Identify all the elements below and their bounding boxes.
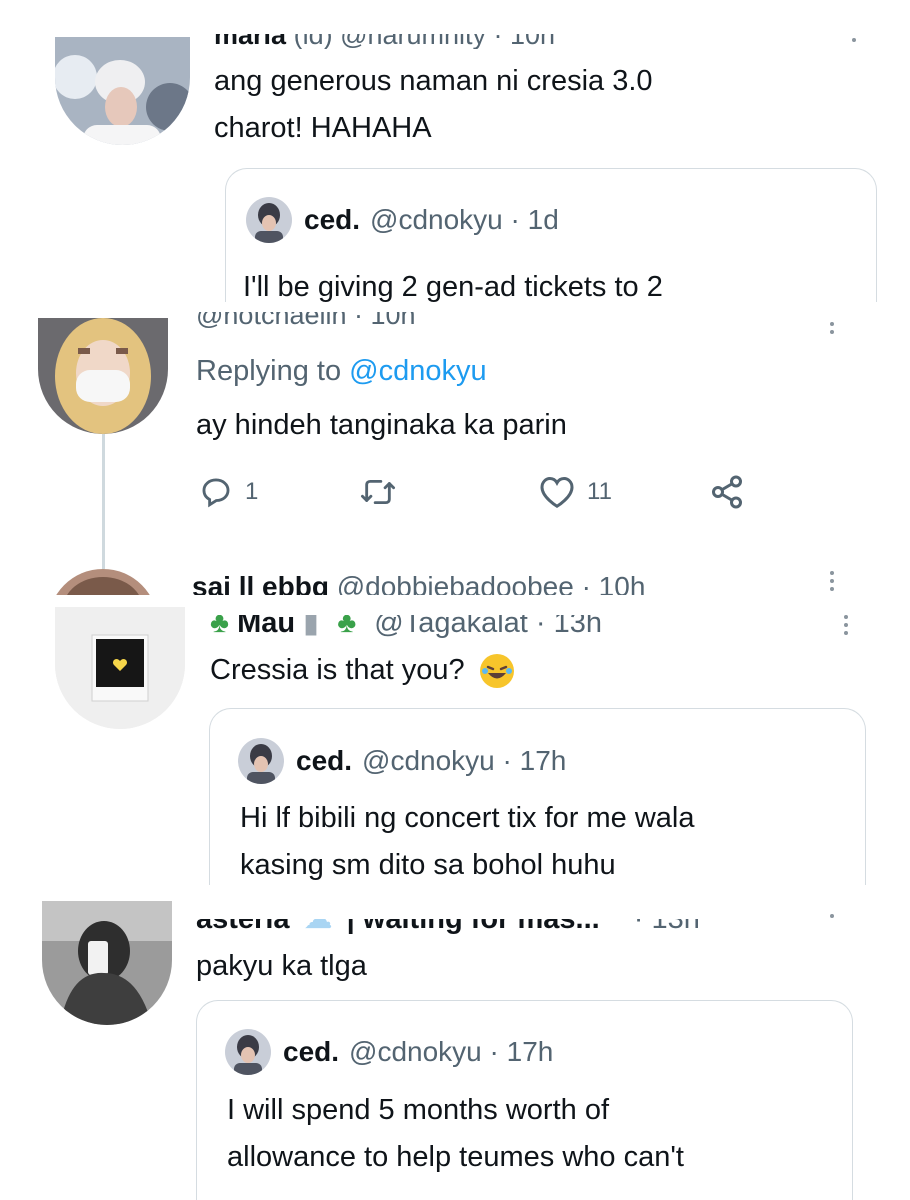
text-line: allowance to help teumes who can't	[227, 1141, 684, 1173]
text-line: Hi lf bibili ng concert tix for me wala	[240, 802, 695, 834]
handle-time: (id) @harumnity · 10h	[293, 20, 556, 50]
reply-icon	[202, 478, 230, 508]
quoted-header: ced. @cdnokyu · 1d	[246, 197, 559, 243]
laughing-emoji	[479, 653, 515, 689]
clover-emoji: ♣	[337, 607, 357, 639]
reply-button[interactable]: 1	[199, 475, 359, 509]
display-name[interactable]: sai ll ebbg	[192, 571, 329, 596]
more-icon[interactable]	[830, 571, 836, 595]
quoted-tweet[interactable]: ced. @cdnokyu · 17h I will spend 5 month…	[196, 1000, 853, 1200]
replying-prefix: Replying to	[196, 355, 342, 387]
replying-to: Replying to @cdnokyu	[196, 348, 487, 395]
avatar[interactable]	[55, 607, 185, 729]
tweet-strip-3: sai ll ebbg @dobbiebadoobee · 10h	[0, 569, 910, 595]
like-icon	[540, 476, 574, 508]
quoted-handle: @cdnokyu · 17h	[362, 745, 567, 776]
quoted-avatar	[246, 197, 292, 243]
text-line: ang generous naman ni cresia 3.0	[214, 65, 653, 97]
text-line: kasing sm dito sa bohol huhu	[240, 849, 616, 881]
tweet-strip-5: asteria ☁ | waiting for mas... · 13h pak…	[0, 885, 910, 1200]
display-name-suffix: | waiting for mas...	[346, 903, 600, 935]
handle-time: @Tagakalat · 13h	[374, 607, 603, 639]
avatar[interactable]	[38, 318, 168, 434]
more-icon[interactable]	[844, 615, 850, 639]
more-icon[interactable]	[852, 38, 858, 46]
more-icon[interactable]	[830, 322, 836, 338]
replying-handle-link[interactable]: @cdnokyu	[349, 355, 486, 387]
tweet-text: ang generous naman ni cresia 3.0 charot!…	[214, 58, 653, 152]
quoted-avatar	[238, 738, 284, 784]
quoted-tweet[interactable]: ced. @cdnokyu · 1d I'll be giving 2 gen-…	[225, 168, 877, 302]
handle-time: @dobbiebadoobee · 10h	[336, 571, 646, 596]
text-line: I will spend 5 months worth of	[227, 1094, 610, 1126]
retweet-button[interactable]	[359, 475, 539, 509]
tweet-text: ay hindeh tanginaka ka parin	[196, 409, 567, 441]
quoted-name: ced.	[304, 204, 361, 235]
trash-emoji: ▮	[303, 607, 320, 639]
tweet-header: sai ll ebbg @dobbiebadoobee · 10h	[192, 571, 646, 596]
tweet-header: maria (id) @harumnity · 10h	[214, 20, 556, 50]
tweet-header: @hotchaelin · 10h	[196, 302, 416, 330]
share-icon	[712, 475, 742, 509]
tweet-strip-1: maria (id) @harumnity · 10h ang generous…	[0, 0, 910, 302]
tweet-header: ♣ Mau ▮ ♣ @Tagakalat · 13h	[210, 607, 603, 639]
tweet-strip-2: @hotchaelin · 10h Replying to @cdnokyu a…	[0, 302, 910, 592]
quoted-text: I will spend 5 months worth of allowance…	[227, 1087, 684, 1181]
clover-emoji: ♣	[210, 607, 230, 639]
tweet-strip-4: ♣ Mau ▮ ♣ @Tagakalat · 13h Cressia is th…	[0, 595, 910, 885]
quoted-name: ced.	[283, 1036, 340, 1067]
quoted-text: Hi lf bibili ng concert tix for me wala …	[240, 795, 695, 885]
display-name[interactable]: Mau	[237, 615, 295, 638]
tweet-text: pakyu ka tlga	[196, 950, 367, 982]
tweet-header: asteria ☁ | waiting for mas... · 13h	[196, 903, 700, 935]
quoted-header: ced. @cdnokyu · 17h	[238, 738, 566, 784]
quoted-tweet[interactable]: ced. @cdnokyu · 17h Hi lf bibili ng conc…	[209, 708, 866, 885]
cloud-emoji: ☁	[303, 903, 333, 935]
quoted-header: ced. @cdnokyu · 17h	[225, 1029, 553, 1075]
quoted-name: ced.	[296, 745, 353, 776]
tweet-text-content: Cressia is that you?	[210, 654, 465, 686]
display-name[interactable]: asteria	[196, 919, 290, 934]
avatar[interactable]	[48, 569, 158, 595]
quoted-handle: @cdnokyu · 17h	[349, 1036, 554, 1067]
display-name[interactable]: maria	[214, 34, 286, 49]
text-line: charot! HAHAHA	[214, 112, 432, 144]
avatar[interactable]	[55, 37, 190, 145]
like-button[interactable]: 11	[539, 475, 709, 509]
like-count: 11	[587, 478, 612, 505]
quoted-handle: @cdnokyu · 1d	[370, 204, 559, 235]
quoted-text: I'll be giving 2 gen-ad tickets to 2	[243, 271, 663, 302]
handle-time: · 13h	[633, 903, 700, 935]
quoted-avatar	[225, 1029, 271, 1075]
avatar[interactable]	[42, 901, 172, 1025]
tweet-actions: 1 11	[199, 474, 745, 510]
reply-count: 1	[245, 478, 259, 505]
retweet-icon	[360, 479, 395, 505]
more-icon[interactable]	[830, 914, 836, 922]
share-button[interactable]	[709, 474, 745, 510]
tweet-text: Cressia is that you?	[210, 647, 515, 694]
